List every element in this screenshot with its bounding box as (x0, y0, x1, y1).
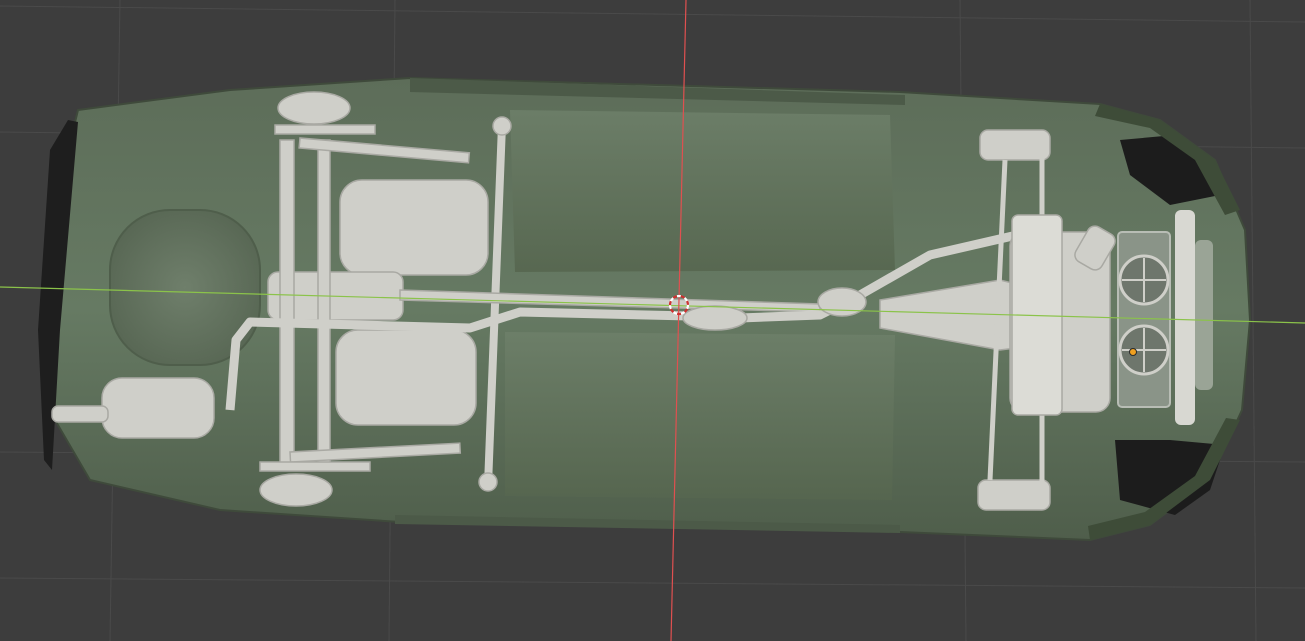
viewport-scene[interactable] (0, 0, 1305, 641)
front-strut-bottom (977, 479, 1051, 511)
front-lip (1195, 240, 1213, 390)
3d-viewport[interactable] (0, 0, 1305, 641)
rear-muffler (101, 377, 215, 439)
rear-brake-drum-top (277, 91, 351, 125)
rear-brake-drum-bottom (259, 473, 333, 507)
rear-axle-tube-2 (317, 139, 331, 471)
object-origin-marker[interactable] (1129, 348, 1137, 356)
track-bar-mount-top (492, 116, 512, 136)
front-crossmember (1175, 210, 1195, 425)
floor-pan-top (510, 110, 895, 272)
fuel-tank-bottom (335, 329, 477, 426)
rear-control-arm (274, 124, 376, 135)
fuel-tank-top (339, 179, 489, 276)
exhaust-tip (51, 405, 109, 423)
rear-control-arm-2 (259, 461, 371, 472)
floor-pan-bottom (505, 332, 895, 500)
catalytic-converter (817, 287, 867, 317)
rear-axle-tube (279, 139, 295, 471)
track-bar-mount-bottom (478, 472, 498, 492)
exhaust-resonator (682, 305, 748, 331)
